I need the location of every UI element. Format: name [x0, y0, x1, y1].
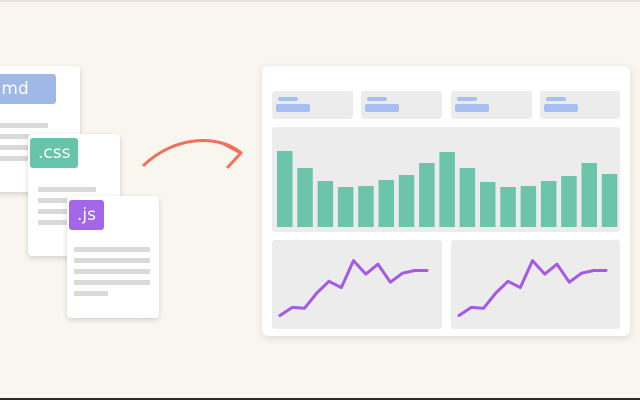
text-line — [38, 187, 96, 192]
text-line — [74, 258, 150, 263]
top-divider — [0, 0, 640, 2]
md-file-tag: .md — [0, 74, 56, 104]
line-chart — [278, 259, 429, 317]
stat-card-value — [455, 104, 489, 112]
line-chart-panel — [272, 240, 442, 329]
bar — [439, 152, 455, 227]
bar — [297, 168, 313, 227]
js-file: .js — [67, 196, 159, 318]
bar-chart — [277, 151, 618, 227]
stat-card-label — [367, 97, 387, 101]
stat-card-label — [457, 97, 477, 101]
bar — [581, 163, 597, 227]
stat-card-label — [278, 97, 298, 101]
text-line — [74, 280, 150, 285]
bar — [540, 181, 557, 227]
stat-card-value — [365, 104, 399, 112]
text-line — [74, 291, 108, 296]
bar — [317, 181, 334, 227]
dashboard-preview — [262, 66, 630, 336]
bar — [561, 176, 577, 227]
js-file-tag: .js — [69, 200, 104, 230]
stat-card-value — [544, 104, 578, 112]
bar — [337, 187, 354, 227]
text-line — [74, 269, 150, 274]
line-chart-panel — [451, 240, 620, 329]
bar — [520, 186, 537, 227]
stat-card-value — [276, 104, 310, 112]
bar — [277, 151, 293, 227]
bar — [500, 187, 516, 227]
stat-card — [361, 91, 442, 119]
bar — [378, 180, 394, 227]
stat-card — [451, 91, 532, 119]
bar — [398, 175, 415, 227]
bar — [601, 174, 618, 227]
stat-card-label — [546, 97, 566, 101]
text-line — [0, 156, 28, 161]
bar-chart-panel — [272, 127, 620, 232]
series-line — [278, 259, 429, 317]
text-line — [0, 123, 48, 128]
css-file-tag: .css — [30, 138, 79, 168]
text-line — [74, 247, 150, 252]
arrow-right-icon — [142, 139, 243, 169]
bar — [480, 182, 496, 227]
bar — [358, 186, 374, 227]
bar — [459, 168, 476, 227]
stat-card — [272, 91, 353, 119]
bar — [419, 163, 435, 227]
series-line — [457, 259, 608, 317]
stat-card — [540, 91, 620, 119]
line-chart — [457, 259, 608, 317]
